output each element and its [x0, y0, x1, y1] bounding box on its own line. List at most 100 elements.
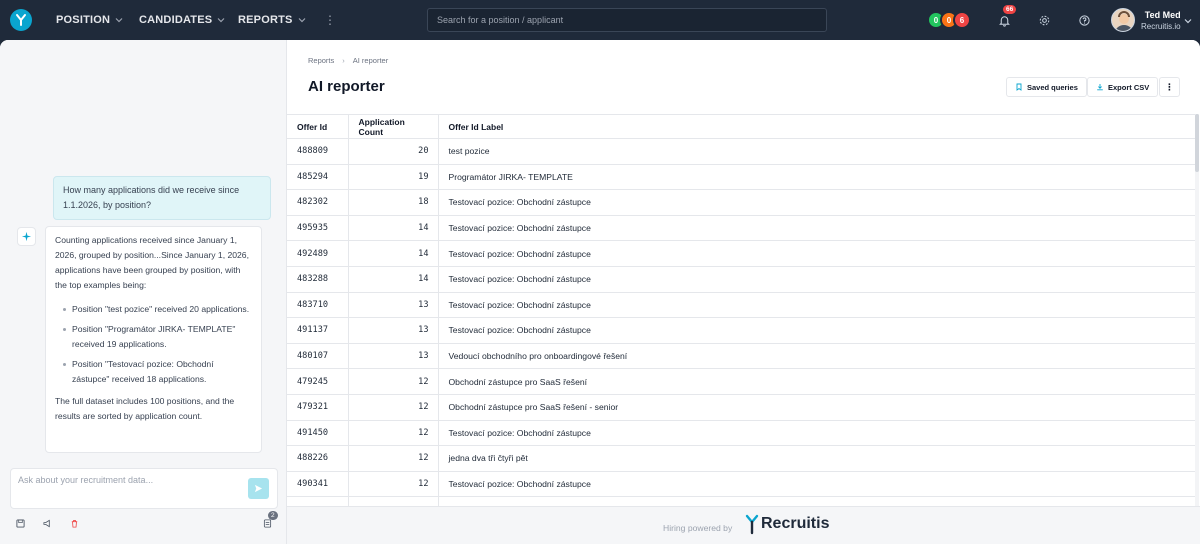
cell-offer-id: 485294 — [287, 164, 348, 191]
nav-reports[interactable]: REPORTS — [238, 0, 306, 40]
cell-offer-id: 483288 — [287, 266, 348, 293]
breadcrumb: Reports › AI reporter — [308, 56, 388, 65]
saved-queries-label: Saved queries — [1027, 82, 1078, 92]
cell-application-count: 13 — [347, 292, 439, 319]
table-header-row: Offer Id Application Count Offer Id Labe… — [287, 114, 1196, 139]
user-organization: Recruitis.io — [1141, 21, 1181, 31]
export-csv-button[interactable]: Export CSV — [1087, 77, 1159, 97]
cell-application-count: 18 — [347, 189, 439, 216]
cell-application-count: 12 — [347, 471, 439, 498]
recruitis-logo-icon[interactable] — [10, 9, 32, 31]
cell-offer-id: 479245 — [287, 368, 348, 395]
column-header-offer-id[interactable]: Offer Id — [287, 114, 348, 139]
table-row[interactable]: 479321 12 Obchodní zástupce pro SaaS řešen… — [287, 394, 1196, 421]
user-menu[interactable]: Ted Med Recruitis.io — [1111, 8, 1192, 32]
trash-icon[interactable] — [68, 517, 80, 529]
column-header-offer-id-label[interactable]: Offer Id Label — [438, 114, 1196, 139]
bell-icon[interactable] — [996, 12, 1012, 28]
table-row[interactable]: 491450 12 Testovací pozice: Obchodní zástu… — [287, 420, 1196, 447]
more-menu-icon[interactable]: ⋮ — [323, 13, 337, 27]
table-scrollbar[interactable] — [1195, 114, 1199, 506]
cell-offer-label: Programátor JIRKA- TEMPLATE — [438, 164, 1196, 191]
cell-application-count: 20 — [347, 138, 439, 165]
notification-count-badge: 66 — [1003, 5, 1017, 14]
bookmark-icon — [1016, 83, 1022, 91]
chat-input-box[interactable] — [10, 468, 278, 509]
cell-offer-label: Obchodní zástupce pro SaaS řešení — [438, 368, 1196, 395]
ai-message-points: Position "test pozice" received 20 appli… — [63, 302, 252, 387]
table-row[interactable]: 491137 13 Testovací pozice: Obchodní zástu… — [287, 317, 1196, 344]
status-counters[interactable]: 0 0 6 — [927, 11, 971, 29]
cell-offer-id: 488226 — [287, 445, 348, 472]
cell-offer-label: jedna dva tři čtyři pět — [438, 445, 1196, 472]
send-icon — [254, 484, 263, 493]
chevron-right-icon: › — [342, 56, 345, 65]
chevron-down-icon — [298, 18, 306, 23]
help-icon[interactable] — [1076, 12, 1092, 28]
top-navigation-bar: POSITION CANDIDATES REPORTS ⋮ 0 0 6 66 T… — [0, 0, 1200, 40]
cell-offer-id: 488809 — [287, 138, 348, 165]
table-row[interactable] — [287, 496, 1196, 506]
cell-offer-label: Testovací pozice: Obchodní zástupce — [438, 215, 1196, 242]
table-row[interactable]: 480107 13 Vedoucí obchodního pro onboardin… — [287, 343, 1196, 370]
breadcrumb-current: AI reporter — [352, 56, 389, 65]
table-row[interactable]: 483288 14 Testovací pozice: Obchodní zástu… — [287, 266, 1196, 293]
cell-offer-label: Testovací pozice: Obchodní zástupce — [438, 292, 1196, 319]
saved-queries-button[interactable]: Saved queries — [1006, 77, 1087, 97]
cell-offer-label: Obchodní zástupce pro SaaS řešení - seni… — [438, 394, 1196, 421]
megaphone-icon[interactable] — [41, 517, 53, 529]
table-row[interactable]: 479245 12 Obchodní zástupce pro SaaS řešen… — [287, 368, 1196, 395]
cell-application-count: 13 — [347, 317, 439, 344]
cell-application-count: 19 — [347, 164, 439, 191]
status-counter-red[interactable]: 6 — [953, 11, 971, 29]
column-header-application-count[interactable]: Application Count — [347, 114, 439, 139]
ai-chat-message: Counting applications received since Jan… — [45, 226, 262, 453]
cell-offer-label: Testovací pozice: Obchodní zástupce — [438, 471, 1196, 498]
global-search[interactable] — [427, 8, 827, 32]
gear-icon[interactable] — [1036, 12, 1052, 28]
nav-candidates[interactable]: CANDIDATES — [139, 0, 225, 40]
table-row[interactable]: 488809 20 test pozice — [287, 138, 1196, 165]
cell-offer-label: Testovací pozice: Obchodní zástupce — [438, 266, 1196, 293]
cell-offer-label: Testovací pozice: Obchodní zástupce — [438, 240, 1196, 267]
page-title: AI reporter — [308, 78, 385, 95]
more-options-button[interactable]: ⋮ — [1159, 77, 1180, 97]
send-button[interactable] — [248, 478, 269, 499]
table-row[interactable]: 488226 12 jedna dva tři čtyři pět — [287, 445, 1196, 472]
cell-offer-label: Vedoucí obchodního pro onboardingové řeš… — [438, 343, 1196, 370]
cell-offer-label: Testovací pozice: Obchodní zástupce — [438, 189, 1196, 216]
scrollbar-thumb[interactable] — [1195, 114, 1199, 172]
chevron-down-icon — [1184, 19, 1192, 24]
list-item: Position "Programátor JIRKA- TEMPLATE" r… — [63, 322, 252, 352]
cell-offer-label: test pozice — [438, 138, 1196, 165]
chevron-down-icon — [217, 18, 225, 23]
download-icon — [1097, 84, 1103, 91]
table-row[interactable]: 485294 19 Programátor JIRKA- TEMPLATE — [287, 164, 1196, 191]
table-row[interactable]: 495935 14 Testovací pozice: Obchodní zástu… — [287, 215, 1196, 242]
main-area: How many applications did we receive sin… — [0, 40, 1200, 544]
cell-offer-id: 490341 — [287, 471, 348, 498]
report-panel: Reports › AI reporter AI reporter Saved … — [287, 40, 1200, 544]
cell-offer-label — [438, 496, 1196, 506]
breadcrumb-reports[interactable]: Reports — [308, 56, 334, 65]
history-count-badge: 2 — [268, 511, 278, 520]
ai-message-outro: The full dataset includes 100 positions,… — [55, 396, 235, 421]
save-icon[interactable] — [14, 517, 26, 529]
nav-position[interactable]: POSITION — [56, 0, 123, 40]
report-table: Offer Id Application Count Offer Id Labe… — [287, 114, 1196, 506]
table-row[interactable]: 490341 12 Testovací pozice: Obchodní zástu… — [287, 471, 1196, 498]
cell-application-count: 13 — [347, 343, 439, 370]
list-item: Position "Testovací pozice: Obchodní zás… — [63, 357, 252, 387]
user-name: Ted Med — [1144, 9, 1181, 20]
table-row[interactable]: 492489 14 Testovací pozice: Obchodní zástu… — [287, 240, 1196, 267]
cell-offer-id: 480107 — [287, 343, 348, 370]
cell-application-count: 12 — [347, 368, 439, 395]
table-row[interactable]: 482302 18 Testovací pozice: Obchodní zástu… — [287, 189, 1196, 216]
cell-application-count: 14 — [347, 215, 439, 242]
footer-powered-by: Hiring powered by — [663, 523, 733, 533]
avatar — [1111, 8, 1135, 32]
global-search-input[interactable] — [437, 15, 817, 25]
chat-input[interactable] — [18, 475, 238, 485]
sparkle-icon — [17, 227, 36, 246]
table-row[interactable]: 483710 13 Testovací pozice: Obchodní zástu… — [287, 292, 1196, 319]
